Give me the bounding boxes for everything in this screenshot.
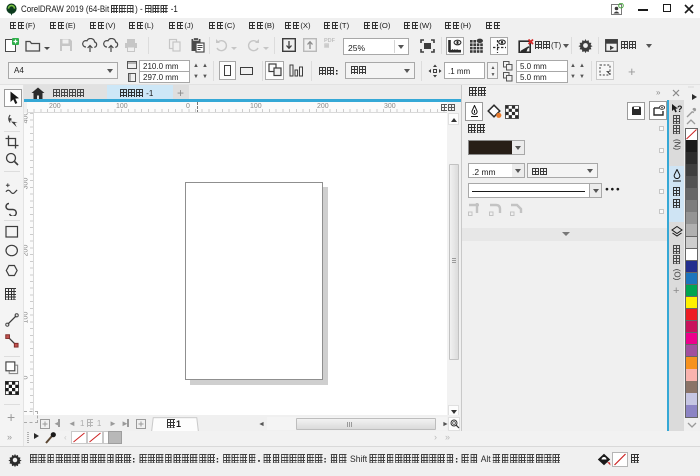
svg-text:?: ? bbox=[677, 104, 683, 114]
